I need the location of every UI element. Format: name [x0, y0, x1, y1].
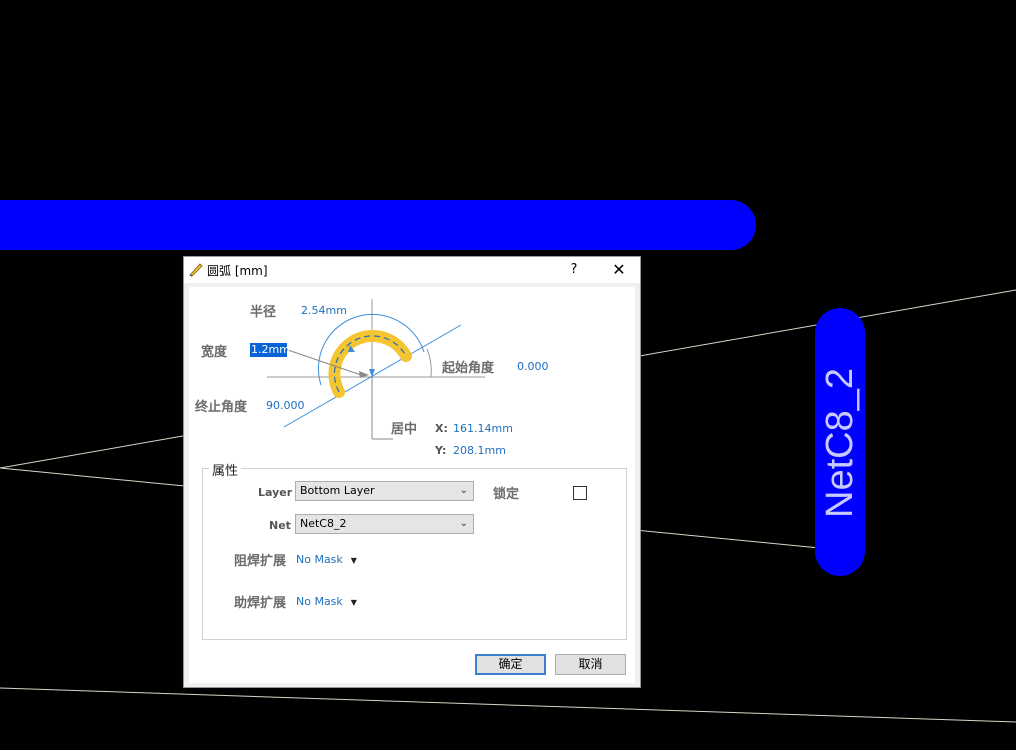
solder-mask-label: 阻焊扩展 [234, 554, 287, 569]
layer-select[interactable]: Bottom Layer ⌄ [295, 481, 474, 501]
net-label: Net [269, 519, 291, 532]
paste-mask-dropdown[interactable]: No Mask ▼ [296, 595, 357, 608]
dialog-title: 圆弧 [mm] [207, 264, 268, 278]
dialog-content: 半径 2.54mm 宽度 1.2mm 起始角度 0.000 终止角度 90.00… [189, 287, 635, 683]
center-x-label: X: [435, 422, 448, 435]
end-angle-label: 终止角度 [195, 400, 248, 415]
arc-shape [328, 329, 412, 398]
cancel-button[interactable]: 取消 [555, 654, 626, 675]
net-label: NetC8_2 [819, 368, 861, 518]
lock-checkbox[interactable] [573, 486, 587, 500]
start-angle-label: 起始角度 [442, 361, 495, 376]
width-label: 宽度 [201, 345, 228, 360]
layer-label: Layer [258, 486, 293, 499]
paste-mask-value: No Mask [296, 595, 343, 608]
ok-button[interactable]: 确定 [475, 654, 546, 675]
solder-mask-dropdown[interactable]: No Mask ▼ [296, 553, 357, 566]
radius-label: 半径 [250, 305, 277, 320]
copper-trace [0, 200, 756, 250]
center-x-value[interactable]: 161.14mm [453, 422, 513, 435]
caret-down-icon: ▼ [350, 598, 357, 607]
lock-label: 锁定 [493, 487, 520, 502]
start-angle-value[interactable]: 0.000 [517, 360, 549, 373]
width-input[interactable]: 1.2mm [250, 343, 290, 357]
properties-title: 属性 [209, 460, 242, 479]
title-bar: 圆弧 [mm] ? ✕ [184, 257, 640, 283]
paste-mask-label: 助焊扩展 [234, 596, 287, 611]
arc-dialog: 圆弧 [mm] ? ✕ 半径 2.54mm 宽度 1.2mm 起始角度 0.00… [183, 256, 641, 688]
chevron-down-icon: ⌄ [459, 485, 468, 496]
center-label: 居中 [391, 422, 418, 437]
net-select-value: NetC8_2 [300, 517, 347, 530]
solder-mask-value: No Mask [296, 553, 343, 566]
center-y-label: Y: [435, 444, 447, 457]
end-angle-value[interactable]: 90.000 [266, 399, 305, 412]
layer-select-value: Bottom Layer [300, 484, 375, 497]
caret-down-icon: ▼ [350, 556, 357, 565]
net-select[interactable]: NetC8_2 ⌄ [295, 514, 474, 534]
center-y-value[interactable]: 208.1mm [453, 444, 506, 457]
close-button[interactable]: ✕ [599, 257, 639, 283]
help-button[interactable]: ? [554, 257, 594, 283]
chevron-down-icon: ⌄ [459, 518, 468, 529]
radius-value[interactable]: 2.54mm [301, 304, 347, 317]
arc-tool-icon [189, 263, 203, 277]
